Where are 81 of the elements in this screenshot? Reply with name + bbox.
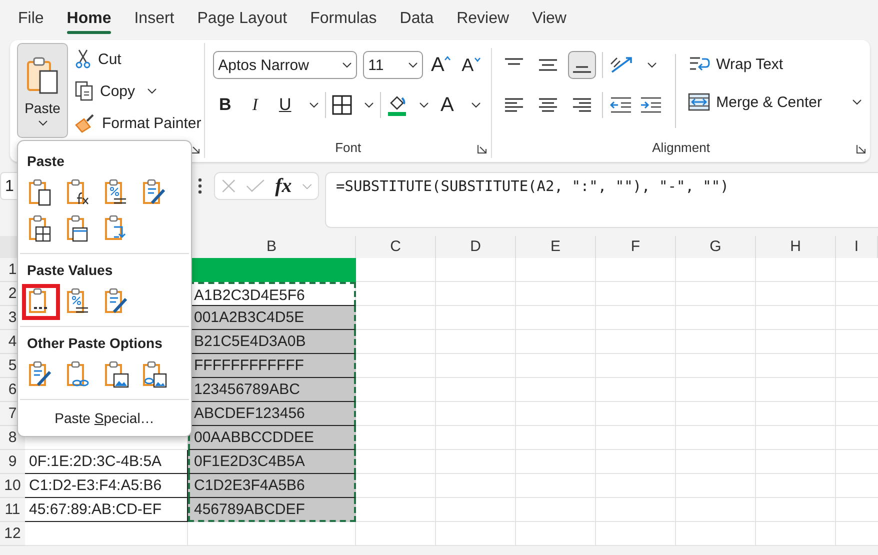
align-center-icon	[539, 98, 558, 112]
row-header[interactable]: 9	[0, 450, 25, 474]
ribbon-tab[interactable]: View	[521, 4, 578, 34]
merge-cells-icon	[688, 93, 710, 111]
paste-button[interactable]: Paste	[17, 43, 68, 138]
menu-section-title: Other Paste Options	[26, 334, 164, 353]
column-header[interactable]: E	[516, 236, 596, 259]
row-header[interactable]: 12	[0, 522, 25, 546]
cut-button[interactable]: Cut	[74, 45, 202, 73]
group-label: Font	[335, 140, 362, 154]
increase-font-button[interactable]: A	[429, 54, 454, 76]
caret-icon[interactable]	[647, 62, 658, 68]
align-middle-icon	[539, 59, 558, 71]
ribbon-tab[interactable]: File	[7, 4, 55, 34]
clipboard-icon	[24, 56, 60, 96]
table-cell: 456789ABCDEF	[188, 498, 356, 522]
caret-up-icon	[444, 56, 452, 60]
caret-icon[interactable]	[309, 102, 320, 108]
caret-icon	[474, 56, 481, 62]
bold-button[interactable]: B	[213, 95, 238, 115]
checkmark-icon[interactable]	[246, 178, 266, 194]
column-header[interactable]: C	[356, 236, 436, 259]
table-cell: C1D2E3F4A5B6	[188, 474, 356, 498]
caret-icon	[147, 88, 158, 94]
more-options-icon[interactable]	[198, 178, 202, 194]
increase-indent-icon[interactable]	[639, 96, 664, 114]
dialog-launcher-icon[interactable]	[477, 144, 488, 154]
paintbrush-icon	[74, 113, 96, 133]
group-label: Alignment	[652, 140, 710, 154]
font-name-dropdown[interactable]: Aptos Narrow	[213, 51, 358, 79]
ribbon-tab[interactable]: Insert	[123, 4, 186, 34]
dialog-launcher-icon[interactable]	[856, 144, 866, 154]
menu-section-title: Paste Values	[26, 261, 114, 280]
decrease-indent-icon[interactable]	[609, 96, 634, 114]
column-header[interactable]: D	[436, 236, 516, 259]
align-bottom-icon	[573, 66, 592, 73]
ribbon-tab[interactable]: Formulas	[299, 4, 388, 34]
table-cell: 00AABBCCDDEE	[188, 426, 356, 450]
ribbon-tab[interactable]: Data	[388, 4, 445, 34]
ribbon-tab[interactable]: Review	[446, 4, 520, 34]
caret-icon	[852, 99, 862, 105]
insert-function-button[interactable]: fx	[275, 174, 292, 198]
ribbon-tab[interactable]: Page Layout	[186, 4, 298, 34]
align-top-icon	[505, 58, 524, 65]
column-header[interactable]: F	[596, 236, 676, 259]
caret-icon	[408, 62, 418, 68]
row-header[interactable]: 11	[0, 498, 25, 522]
table-cell: 0F1E2D3C4B5A	[188, 450, 356, 474]
format-painter-button[interactable]: Format Painter	[74, 109, 202, 137]
caret-icon[interactable]	[364, 102, 374, 108]
column-header[interactable]: G	[676, 236, 756, 259]
menu-section-title: Paste	[26, 152, 66, 171]
caret-icon[interactable]	[419, 102, 430, 108]
clipboard-brush-icon	[28, 361, 54, 389]
copy-button[interactable]: Copy	[74, 77, 202, 105]
row-header[interactable]: 10	[0, 474, 25, 498]
font-color-button[interactable]: A	[435, 94, 460, 116]
wrap-text-button[interactable]: Wrap Text	[688, 50, 862, 78]
merge-center-button[interactable]: Merge & Center	[688, 88, 862, 116]
copy-icon	[74, 81, 94, 101]
ribbon-tab[interactable]: Home	[56, 4, 122, 34]
underline-button[interactable]: U	[273, 95, 298, 115]
decrease-font-button[interactable]: A	[459, 54, 484, 76]
clipboard-link-picture-icon	[142, 361, 168, 389]
italic-button[interactable]: I	[243, 95, 268, 115]
borders-icon[interactable]	[332, 95, 352, 115]
caret-icon[interactable]	[471, 102, 482, 108]
clipboard-brush-icon	[142, 179, 168, 207]
font-size-dropdown[interactable]: 11	[363, 51, 424, 79]
column-header[interactable]: H	[756, 236, 836, 259]
align-left-icon	[505, 98, 524, 112]
formula-input[interactable]: =SUBSTITUTE(SUBSTITUTE(A2, ":", ""), "-", "")	[325, 172, 878, 228]
column-header[interactable]: I	[836, 236, 878, 259]
clipboard-brush-icon	[104, 288, 130, 316]
caret-icon	[38, 120, 48, 126]
fill-color-icon[interactable]	[387, 94, 408, 116]
scissors-icon	[74, 49, 92, 69]
caret-icon	[342, 62, 352, 68]
clipboard-picture-icon	[104, 361, 130, 389]
align-right-icon	[573, 98, 592, 112]
bottom-align-button[interactable]	[568, 51, 596, 79]
